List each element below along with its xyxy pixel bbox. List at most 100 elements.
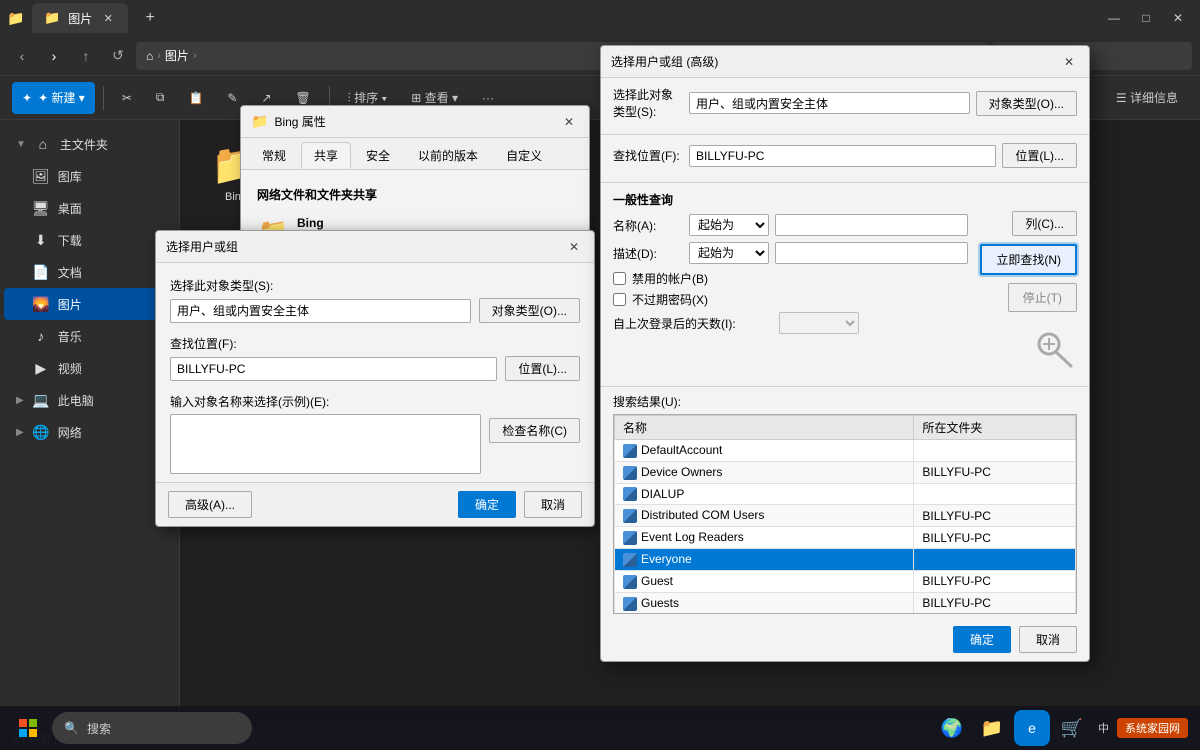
new-icon: ✦ (22, 91, 32, 105)
result-location-cell: BILLYFU-PC (914, 461, 1076, 483)
explorer-tab[interactable]: 📁 图片 ✕ (32, 3, 128, 33)
tab-sharing[interactable]: 共享 (301, 142, 351, 169)
network-icon: 🌐 (32, 424, 50, 441)
tab-general[interactable]: 常规 (249, 142, 299, 169)
sidebar-thispc-label: 此电脑 (58, 392, 94, 409)
col-location-header[interactable]: 所在文件夹 (914, 416, 1076, 440)
advanced-btn[interactable]: 高级(A)... (168, 491, 252, 518)
adv-location-input[interactable] (689, 145, 996, 167)
adv-cancel-btn[interactable]: 取消 (1019, 626, 1077, 653)
forward-btn[interactable]: › (40, 42, 68, 70)
list-col-btn[interactable]: 列(C)... (1012, 211, 1077, 236)
col-name-header[interactable]: 名称 (615, 416, 914, 440)
no-expire-checkbox[interactable] (613, 293, 626, 306)
table-row[interactable]: DIALUP (615, 483, 1076, 505)
cut-btn[interactable]: ✂ (112, 82, 142, 114)
adv-desc-dropdown[interactable]: 起始为 (689, 242, 769, 264)
back-btn[interactable]: ‹ (8, 42, 36, 70)
adv-name-dropdown[interactable]: 起始为 (689, 214, 769, 236)
adv-noexpire-row: 不过期密码(X) (613, 291, 968, 308)
adv-location-btn[interactable]: 位置(L)... (1002, 143, 1077, 168)
adv-desc-row: 描述(D): 起始为 (613, 242, 968, 264)
tab-previous-versions[interactable]: 以前的版本 (405, 142, 491, 169)
object-name-input[interactable] (170, 414, 481, 474)
sidebar-item-downloads[interactable]: ▶ ⬇ 下载 (4, 224, 175, 256)
table-row[interactable]: Event Log ReadersBILLYFU-PC (615, 527, 1076, 549)
disabled-accounts-checkbox[interactable] (613, 272, 626, 285)
adv-titlebar[interactable]: 选择用户或组 (高级) ✕ (601, 46, 1089, 78)
sidebar-item-desktop[interactable]: ▶ 🖥 桌面 (4, 192, 175, 224)
sidebar-item-music[interactable]: ▶ ♪ 音乐 (4, 320, 175, 352)
downloads-icon: ⬇ (32, 232, 50, 249)
taskbar-app-edge[interactable]: e (1014, 710, 1050, 746)
table-row[interactable]: Distributed COM UsersBILLYFU-PC (615, 505, 1076, 527)
stop-btn[interactable]: 停止(T) (1008, 283, 1077, 312)
copy-btn[interactable]: ⧉ (146, 82, 175, 114)
adv-close[interactable]: ✕ (1059, 52, 1079, 72)
adv-object-type-label: 选择此对象类型(S): (613, 86, 683, 120)
sidebar-item-pictures[interactable]: ▶ 🌄 图片 (4, 288, 175, 320)
table-row[interactable]: GuestsBILLYFU-PC (615, 592, 1076, 614)
object-type-input[interactable] (170, 299, 471, 323)
new-btn[interactable]: ✦ ✦ 新建 ▾ (12, 82, 95, 114)
taskbar-corner-logo: 系统家园网 (1117, 718, 1188, 738)
maximize-btn[interactable]: □ (1132, 4, 1160, 32)
sidebar-item-docs[interactable]: ▶ 📄 文档 (4, 256, 175, 288)
close-btn[interactable]: ✕ (1164, 4, 1192, 32)
sidebar-item-home[interactable]: ▼ ⌂ 主文件夹 (4, 128, 175, 160)
minimize-btn[interactable]: — (1100, 4, 1128, 32)
result-location-cell (914, 549, 1076, 571)
check-name-btn[interactable]: 检查名称(C) (489, 418, 580, 443)
sidebar-item-videos[interactable]: ▶ ▶ 视频 (4, 352, 175, 384)
result-name-cell: Guest (615, 570, 914, 592)
table-row[interactable]: GuestBILLYFU-PC (615, 570, 1076, 592)
bing-props-tabs: 常规 共享 安全 以前的版本 自定义 (241, 138, 589, 170)
adv-object-type-btn[interactable]: 对象类型(O)... (976, 91, 1077, 116)
select-user-close[interactable]: ✕ (564, 237, 584, 257)
paste-btn[interactable]: 📋 (178, 82, 213, 114)
result-name-cell: DIALUP (615, 483, 914, 505)
taskbar-app-store[interactable]: 🛒 (1054, 710, 1090, 746)
start-btn[interactable] (12, 712, 44, 744)
sidebar-home-label: 主文件夹 (60, 136, 108, 153)
adv-desc-input[interactable] (775, 242, 968, 264)
table-row[interactable]: Everyone (615, 549, 1076, 571)
sidebar-docs-label: 文档 (58, 264, 82, 281)
sidebar-videos-label: 视频 (58, 360, 82, 377)
results-container[interactable]: 名称 所在文件夹 DefaultAccountDevice OwnersBILL… (613, 414, 1077, 614)
adv-days-since-dropdown[interactable] (779, 312, 859, 334)
bing-props-close[interactable]: ✕ (559, 112, 579, 132)
sidebar-item-thispc[interactable]: ▶ 💻 此电脑 (4, 384, 175, 416)
up-btn[interactable]: ↑ (72, 42, 100, 70)
table-row[interactable]: Device OwnersBILLYFU-PC (615, 461, 1076, 483)
sidebar-item-gallery[interactable]: ▶ 🖼 图库 (4, 160, 175, 192)
adv-ok-btn[interactable]: 确定 (953, 626, 1011, 653)
select-user-cancel[interactable]: 取消 (524, 491, 582, 518)
tab-customize[interactable]: 自定义 (493, 142, 555, 169)
details-btn[interactable]: ☰ 详细信息 (1106, 82, 1188, 114)
taskbar-app-folder[interactable]: 📁 (974, 710, 1010, 746)
object-type-btn[interactable]: 对象类型(O)... (479, 298, 580, 323)
tab-security[interactable]: 安全 (353, 142, 403, 169)
adv-object-type-input[interactable] (689, 92, 970, 114)
table-row[interactable]: DefaultAccount (615, 440, 1076, 462)
sidebar-item-network[interactable]: ▶ 🌐 网络 (4, 416, 175, 448)
taskbar-app-earth[interactable]: 🌍 (934, 710, 970, 746)
location-input[interactable] (170, 357, 497, 381)
select-user-ok[interactable]: 确定 (458, 491, 516, 518)
refresh-btn[interactable]: ↺ (104, 42, 132, 70)
location-btn[interactable]: 位置(L)... (505, 356, 580, 381)
sidebar-music-label: 音乐 (58, 328, 82, 345)
select-user-titlebar[interactable]: 选择用户或组 ✕ (156, 231, 594, 263)
new-tab-btn[interactable]: + (136, 4, 164, 32)
tab-close-btn[interactable]: ✕ (100, 10, 116, 26)
result-location-cell (914, 440, 1076, 462)
adv-name-input[interactable] (775, 214, 968, 236)
result-location-cell: BILLYFU-PC (914, 527, 1076, 549)
tab-label: 图片 (68, 10, 92, 27)
home-icon: ⌂ (34, 136, 52, 152)
search-now-btn[interactable]: 立即查找(N) (980, 244, 1077, 275)
taskbar-search[interactable]: 🔍 搜索 (52, 712, 252, 744)
result-name-cell: DefaultAccount (615, 440, 914, 462)
bing-props-titlebar[interactable]: 📁 Bing 属性 ✕ (241, 106, 589, 138)
